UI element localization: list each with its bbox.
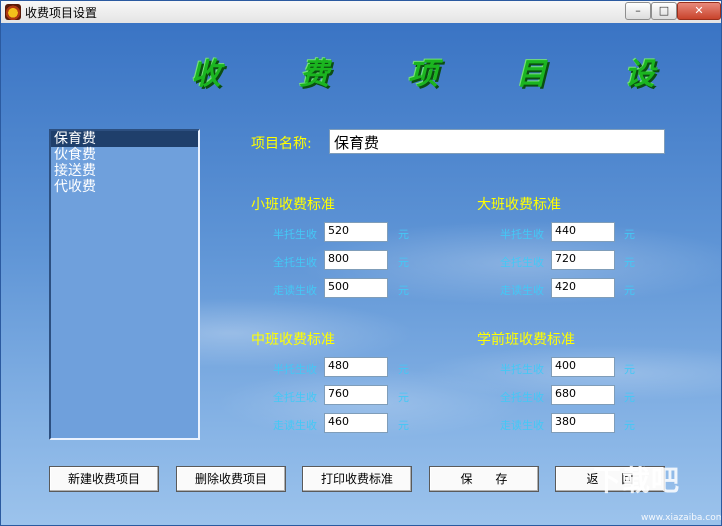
- fee-input[interactable]: 720: [551, 250, 615, 270]
- group-title-middle: 中班收费标准: [251, 332, 335, 348]
- unit-label: 元: [398, 363, 409, 376]
- unit-label: 元: [624, 419, 635, 432]
- minimize-button[interactable]: –: [625, 2, 651, 20]
- item-name-label: 项目名称:: [251, 136, 312, 152]
- unit-label: 元: [624, 391, 635, 404]
- group-title-preschool: 学前班收费标准: [477, 332, 575, 348]
- fee-input[interactable]: 380: [551, 413, 615, 433]
- maximize-icon: □: [658, 4, 670, 17]
- close-button[interactable]: ✕: [677, 2, 721, 20]
- maximize-button[interactable]: □: [651, 2, 677, 20]
- group-title-large: 大班收费标准: [477, 197, 561, 213]
- title-bar: 收费项目设置 – □ ✕: [1, 1, 721, 24]
- unit-label: 元: [624, 228, 635, 241]
- unit-label: 元: [398, 228, 409, 241]
- fee-input[interactable]: 420: [551, 278, 615, 298]
- watermark-logo: 下载吧: [593, 464, 681, 497]
- row-label: 走读生收: [500, 284, 544, 297]
- fee-input[interactable]: 440: [551, 222, 615, 242]
- window-title: 收费项目设置: [25, 6, 98, 20]
- row-label: 走读生收: [273, 284, 317, 297]
- row-label: 全托生收: [273, 391, 317, 404]
- minimize-icon: –: [635, 4, 641, 17]
- unit-label: 元: [398, 284, 409, 297]
- client-area: 收 费 项 目 设 置 保育费 伙食费 接送费 代收费 项目名称: 保育费 小班…: [1, 23, 721, 525]
- save-button[interactable]: 保 存: [429, 466, 539, 492]
- unit-label: 元: [398, 419, 409, 432]
- unit-label: 元: [624, 256, 635, 269]
- new-fee-item-button[interactable]: 新建收费项目: [49, 466, 159, 492]
- list-item[interactable]: 保育费: [51, 131, 198, 147]
- fee-input[interactable]: 400: [551, 357, 615, 377]
- delete-fee-item-button[interactable]: 删除收费项目: [176, 466, 286, 492]
- list-item[interactable]: 接送费: [51, 163, 198, 179]
- row-label: 半托生收: [273, 363, 317, 376]
- close-icon: ✕: [694, 4, 704, 17]
- unit-label: 元: [624, 363, 635, 376]
- row-label: 半托生收: [500, 228, 544, 241]
- row-label: 全托生收: [500, 256, 544, 269]
- page-title: 收 费 项 目 设 置: [191, 57, 721, 92]
- fee-settings-window: 收费项目设置 – □ ✕ 收 费 项 目 设 置 保育费 伙食费 接送费 代收费…: [0, 0, 722, 526]
- fee-input[interactable]: 760: [324, 385, 388, 405]
- fee-input[interactable]: 680: [551, 385, 615, 405]
- list-item[interactable]: 代收费: [51, 179, 198, 195]
- unit-label: 元: [624, 284, 635, 297]
- fee-input[interactable]: 520: [324, 222, 388, 242]
- fee-input[interactable]: 460: [324, 413, 388, 433]
- fee-input[interactable]: 480: [324, 357, 388, 377]
- row-label: 走读生收: [500, 419, 544, 432]
- fee-input[interactable]: 500: [324, 278, 388, 298]
- unit-label: 元: [398, 256, 409, 269]
- row-label: 全托生收: [273, 256, 317, 269]
- row-label: 半托生收: [500, 363, 544, 376]
- list-item[interactable]: 伙食费: [51, 147, 198, 163]
- fee-input[interactable]: 800: [324, 250, 388, 270]
- fee-item-list[interactable]: 保育费 伙食费 接送费 代收费: [49, 129, 200, 440]
- row-label: 半托生收: [273, 228, 317, 241]
- unit-label: 元: [398, 391, 409, 404]
- group-title-small: 小班收费标准: [251, 197, 335, 213]
- row-label: 走读生收: [273, 419, 317, 432]
- print-fee-standard-button[interactable]: 打印收费标准: [302, 466, 412, 492]
- watermark-url: www.xiazaiba.com: [641, 513, 722, 523]
- item-name-input[interactable]: 保育费: [329, 129, 665, 154]
- sunflower-icon: [5, 4, 21, 20]
- row-label: 全托生收: [500, 391, 544, 404]
